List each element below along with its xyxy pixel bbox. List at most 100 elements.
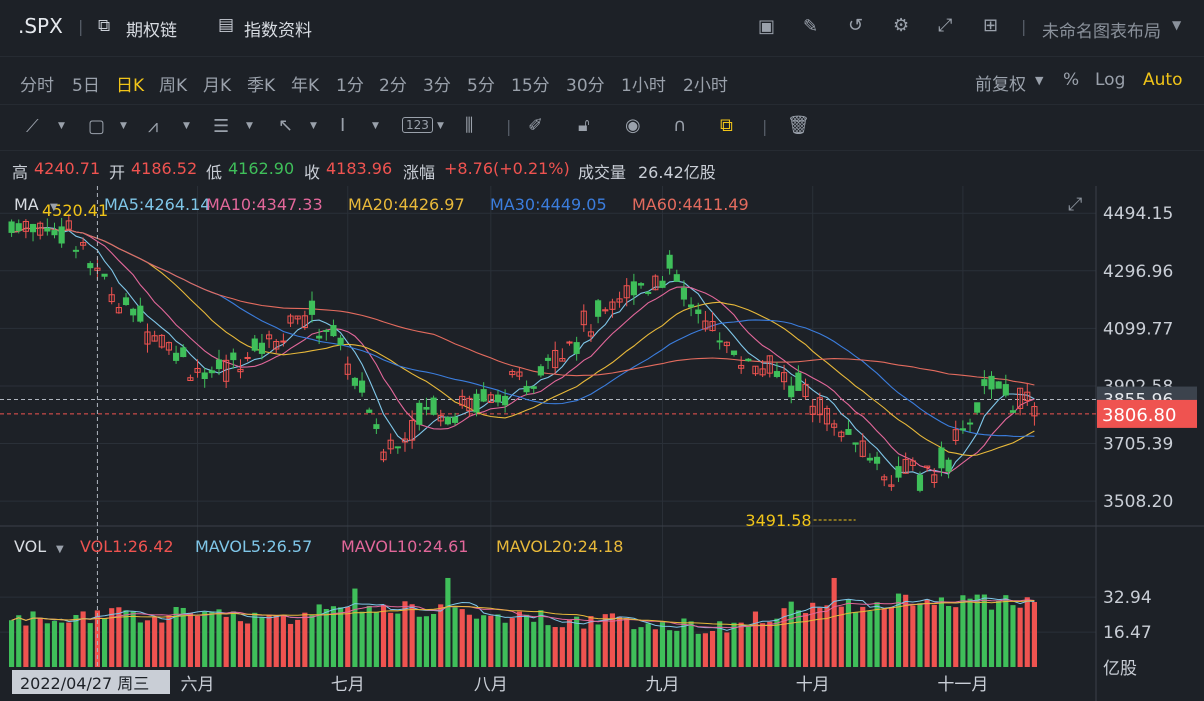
refresh-icon[interactable]: ↺ <box>848 15 863 36</box>
volume-bar <box>767 621 773 667</box>
ma-legend-label[interactable]: MA <box>14 195 39 214</box>
volume-bar <box>817 607 823 667</box>
eye-icon[interactable]: ◉ <box>625 115 641 136</box>
volume-bar <box>323 609 329 667</box>
chevron-down-icon[interactable]: ▼ <box>310 121 317 131</box>
volume-bar <box>538 610 544 667</box>
period-tab-7[interactable]: 1分 <box>336 71 364 96</box>
period-tab-14[interactable]: 2小时 <box>683 71 728 96</box>
chevron-down-icon[interactable]: ▼ <box>50 202 58 213</box>
candle-body <box>916 474 924 491</box>
volume-bar <box>352 588 358 667</box>
period-tab-0[interactable]: 分时 <box>20 71 54 96</box>
wave-tool-icon[interactable]: ⩘ <box>148 116 158 137</box>
chevron-down-icon[interactable]: ▼ <box>1035 74 1043 87</box>
volume-bar <box>709 630 716 667</box>
volume-bar <box>674 630 680 667</box>
volume-bar <box>66 622 72 667</box>
volume-bar <box>917 603 923 667</box>
volume-bar <box>87 623 93 667</box>
chevron-down-icon[interactable]: ▼ <box>120 121 127 131</box>
low-value: 4162.90 <box>228 159 295 178</box>
auto-toggle[interactable]: Auto <box>1143 70 1182 90</box>
mavol5-legend: MAVOL5:26.57 <box>195 537 312 556</box>
period-tab-9[interactable]: 3分 <box>423 71 451 96</box>
candle-body <box>974 402 981 413</box>
period-tab-6[interactable]: 年K <box>291 71 319 96</box>
candle-body <box>316 335 323 339</box>
mavol10-legend: MAVOL10:24.61 <box>341 537 468 556</box>
volume-bar <box>466 614 472 667</box>
vol-legend-label[interactable]: VOL <box>14 537 46 556</box>
options-chain-link[interactable]: 期权链 <box>126 16 177 41</box>
symbol-title[interactable]: .SPX <box>18 14 63 38</box>
chevron-down-icon[interactable]: ▼ <box>58 121 65 131</box>
number-tool-icon[interactable]: 123 <box>402 117 433 133</box>
pencil-icon[interactable]: ✐ <box>528 115 543 136</box>
candle-body <box>416 402 423 425</box>
period-tab-10[interactable]: 5分 <box>467 71 495 96</box>
volume-bar <box>80 611 86 667</box>
log-toggle[interactable]: Log <box>1095 70 1125 90</box>
ma20-legend: MA20:4426.97 <box>348 195 465 214</box>
month-label: 七月 <box>331 675 365 695</box>
lock-icon[interactable]: 🔓︎ <box>578 115 590 136</box>
text-tool-icon[interactable]: Ⅰ <box>340 115 345 136</box>
candle-body <box>230 352 237 361</box>
expand-icon[interactable]: ⤢ <box>1068 194 1083 215</box>
price-volume-chart[interactable]: 4494.154296.964099.773902.583705.393508.… <box>0 186 1204 701</box>
period-tab-3[interactable]: 周K <box>159 71 187 96</box>
period-tab-2[interactable]: 日K <box>116 71 144 96</box>
chevron-down-icon[interactable]: ▼ <box>246 121 253 131</box>
volume-bar <box>316 604 322 667</box>
trash-icon[interactable]: 🗑︎ <box>787 115 810 136</box>
candle-body <box>444 417 451 425</box>
candle-body <box>537 366 544 376</box>
bar-measure-icon[interactable]: ⫼ <box>465 115 473 136</box>
volume-bar <box>552 627 558 667</box>
period-tab-13[interactable]: 1小时 <box>621 71 666 96</box>
index-info-link[interactable]: 指数资料 <box>244 16 312 41</box>
period-tab-5[interactable]: 季K <box>247 71 275 96</box>
period-tab-4[interactable]: 月K <box>203 71 231 96</box>
chevron-down-icon[interactable]: ▼ <box>56 544 64 555</box>
fullscreen-icon[interactable]: ⤢ <box>938 15 952 36</box>
volume-bar <box>481 615 487 667</box>
period-tab-11[interactable]: 15分 <box>511 71 550 96</box>
period-tab-8[interactable]: 2分 <box>379 71 407 96</box>
volume-bar <box>373 611 379 667</box>
candle-body <box>473 393 480 413</box>
volume-bar <box>1024 597 1030 667</box>
chevron-down-icon[interactable]: ▼ <box>372 121 379 131</box>
percent-toggle[interactable]: % <box>1063 70 1079 90</box>
period-tab-1[interactable]: 5日 <box>72 71 100 96</box>
volume-bar <box>338 607 344 667</box>
candle-body <box>480 389 487 402</box>
candle-body <box>373 424 380 429</box>
cursor-date-label: 2022/04/27 周三 <box>20 674 149 693</box>
fib-tool-icon[interactable]: ☰ <box>213 116 229 137</box>
adjust-mode[interactable]: 前复权 <box>975 70 1026 95</box>
volume-bar <box>445 577 451 667</box>
layout-name[interactable]: 未命名图表布局 <box>1042 17 1161 42</box>
sync-icon[interactable]: ⧉ <box>720 115 733 136</box>
grid-layout-icon[interactable]: ⊞ <box>983 15 998 36</box>
chevron-down-icon[interactable]: ▼ <box>437 121 444 131</box>
chevron-down-icon[interactable]: ▼ <box>1172 18 1181 32</box>
candle-body <box>981 379 988 386</box>
open-label: 开 <box>109 163 126 182</box>
magnet-icon[interactable]: ∩ <box>673 115 686 136</box>
gear-icon[interactable]: ⚙ <box>893 15 909 36</box>
volume-bar <box>452 607 458 667</box>
chevron-down-icon[interactable]: ▼ <box>183 121 190 131</box>
vol1-legend: VOL1:26.42 <box>80 537 174 556</box>
volume-bar <box>888 607 894 667</box>
volume-bar <box>867 611 873 667</box>
period-tab-12[interactable]: 30分 <box>566 71 605 96</box>
edit-icon[interactable]: ✎ <box>803 16 818 37</box>
line-tool-icon[interactable]: ⟋ <box>26 116 39 137</box>
chart-type-icon[interactable]: ▣ <box>758 16 775 37</box>
volume-bar <box>688 621 694 667</box>
rectangle-tool-icon[interactable]: ▢ <box>88 116 105 137</box>
arrow-tool-icon[interactable]: ↖ <box>278 115 293 136</box>
